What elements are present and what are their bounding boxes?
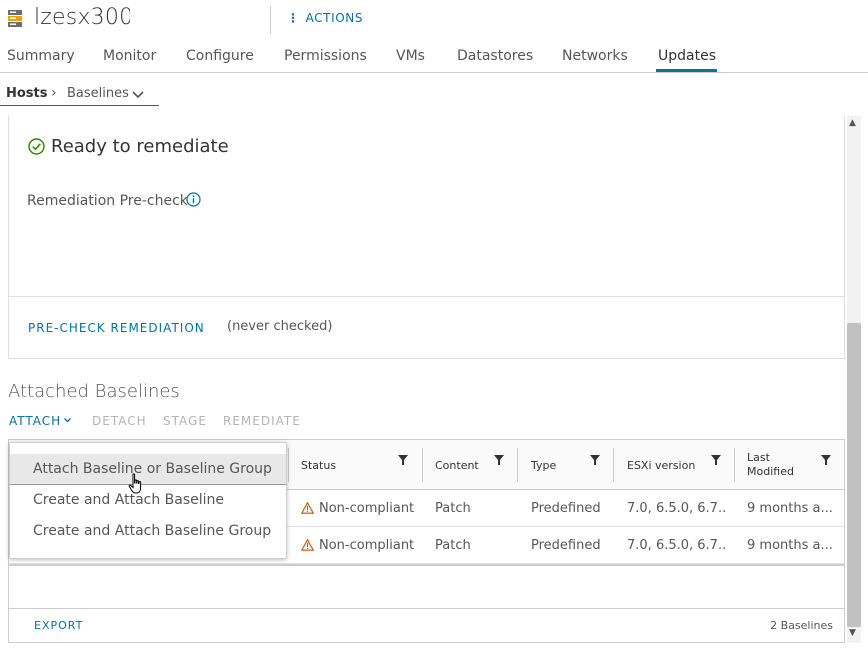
detach-button[interactable]: DETACH bbox=[92, 414, 147, 428]
column-divider bbox=[734, 448, 735, 482]
filter-icon[interactable] bbox=[398, 455, 408, 465]
status-cell: Non-compliant bbox=[319, 538, 415, 553]
warning-triangle-icon bbox=[301, 502, 314, 514]
menu-item-attach-baseline-or-group[interactable]: Attach Baseline or Baseline Group bbox=[10, 454, 286, 485]
tab-monitor[interactable]: Monitor bbox=[103, 48, 156, 64]
warning-triangle-icon bbox=[301, 539, 314, 551]
menu-item-create-attach-baseline[interactable]: Create and Attach Baseline bbox=[10, 485, 286, 516]
scrollbar-thumb[interactable] bbox=[847, 323, 861, 627]
type-cell: Predefined bbox=[531, 538, 601, 553]
menu-item-create-attach-baseline-group[interactable]: Create and Attach Baseline Group bbox=[10, 516, 286, 547]
info-icon[interactable] bbox=[186, 192, 201, 207]
tab-updates[interactable]: Updates bbox=[658, 48, 716, 64]
esxi-version-cell: 7.0, 6.5.0, 6.7... bbox=[627, 501, 727, 516]
column-header-last-modified[interactable]: Last Modified bbox=[747, 440, 797, 490]
column-header-type[interactable]: Type bbox=[531, 440, 556, 490]
export-button[interactable]: EXPORT bbox=[34, 619, 83, 632]
column-header-content[interactable]: Content bbox=[435, 440, 479, 490]
precheck-card: Ready to remediate Remediation Pre-check… bbox=[8, 116, 845, 359]
precheck-status: Ready to remediate bbox=[51, 136, 229, 157]
breadcrumb-baselines[interactable]: Baselines bbox=[67, 86, 129, 101]
chevron-down-icon[interactable] bbox=[132, 91, 144, 99]
tab-summary[interactable]: Summary bbox=[7, 48, 75, 64]
chevron-down-icon bbox=[64, 418, 72, 423]
chevron-right-icon: › bbox=[51, 85, 57, 101]
breadcrumb: Hosts › Baselines bbox=[0, 84, 159, 106]
filter-icon[interactable] bbox=[821, 455, 831, 465]
content-cell: Patch bbox=[435, 501, 471, 516]
vertical-ellipsis-icon: ⋮ bbox=[287, 11, 300, 25]
check-circle-icon bbox=[28, 138, 45, 155]
tab-datastores[interactable]: Datastores bbox=[457, 48, 533, 64]
precheck-remediation-button[interactable]: PRE-CHECK REMEDIATION bbox=[28, 321, 205, 335]
attach-dropdown-menu: Attach Baseline or Baseline Group Create… bbox=[9, 442, 287, 559]
active-tab-indicator bbox=[656, 69, 717, 72]
scroll-down-arrow-icon[interactable]: ▼ bbox=[849, 628, 856, 638]
breadcrumb-hosts[interactable]: Hosts bbox=[6, 86, 48, 101]
column-header-esxi-version[interactable]: ESXi version bbox=[627, 440, 695, 490]
remediate-button[interactable]: REMEDIATE bbox=[223, 414, 301, 428]
host-server-icon bbox=[8, 10, 22, 27]
column-divider bbox=[613, 448, 614, 482]
column-divider bbox=[288, 448, 289, 482]
status-cell: Non-compliant bbox=[319, 501, 415, 516]
type-cell: Predefined bbox=[531, 501, 601, 516]
header-divider bbox=[270, 6, 271, 34]
tab-networks[interactable]: Networks bbox=[562, 48, 628, 64]
last-modified-cell: 9 months a... bbox=[747, 501, 833, 516]
content-cell: Patch bbox=[435, 538, 471, 553]
filter-icon[interactable] bbox=[590, 455, 600, 465]
column-header-status[interactable]: Status bbox=[301, 440, 336, 490]
object-header: lzesx300 ⋮ ACTIONS bbox=[0, 0, 868, 40]
object-tabs: Summary Monitor Configure Permissions VM… bbox=[0, 44, 868, 73]
scroll-up-arrow-icon[interactable]: ▲ bbox=[849, 118, 856, 128]
table-end-divider bbox=[9, 564, 844, 566]
hand-cursor-icon bbox=[128, 473, 142, 494]
stage-button[interactable]: STAGE bbox=[163, 414, 207, 428]
column-divider bbox=[422, 448, 423, 482]
attach-label: ATTACH bbox=[9, 414, 62, 428]
tab-configure[interactable]: Configure bbox=[186, 48, 254, 64]
redacted-area bbox=[130, 5, 267, 35]
column-divider bbox=[517, 448, 518, 482]
baseline-count: 2 Baselines bbox=[770, 619, 833, 632]
attached-baselines-title: Attached Baselines bbox=[8, 381, 180, 402]
tab-vms[interactable]: VMs bbox=[396, 48, 425, 64]
tab-permissions[interactable]: Permissions bbox=[284, 48, 367, 64]
last-modified-cell: 9 months a... bbox=[747, 538, 833, 553]
filter-icon[interactable] bbox=[494, 455, 504, 465]
precheck-label: Remediation Pre-check bbox=[27, 193, 188, 209]
datagrid-footer: EXPORT 2 Baselines bbox=[9, 608, 844, 642]
card-divider bbox=[9, 296, 844, 297]
filter-icon[interactable] bbox=[711, 455, 721, 465]
actions-menu-button[interactable]: ⋮ ACTIONS bbox=[287, 11, 363, 25]
host-name: lzesx300 bbox=[34, 5, 134, 30]
actions-label: ACTIONS bbox=[305, 11, 364, 25]
attach-button[interactable]: ATTACH bbox=[9, 414, 72, 428]
esxi-version-cell: 7.0, 6.5.0, 6.7... bbox=[627, 538, 727, 553]
last-checked-text: (never checked) bbox=[227, 319, 333, 334]
